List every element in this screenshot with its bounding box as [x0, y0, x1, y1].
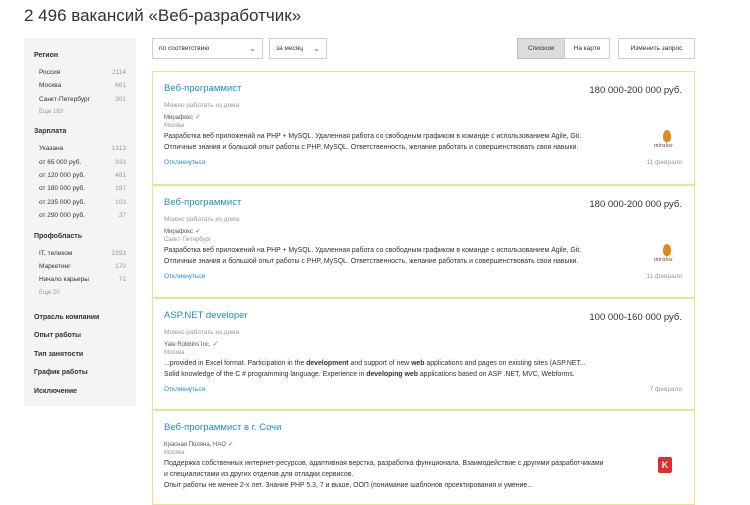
filter-item[interactable]: от 290 000 руб. 37: [34, 209, 126, 222]
vacancy-salary: 180 000-200 000 руб.: [589, 199, 682, 210]
company-logo[interactable]: miralox: [654, 130, 680, 152]
filter-item[interactable]: Санкт-Петербург 301: [34, 93, 126, 106]
filter-section-employment[interactable]: Тип занятости: [34, 346, 126, 365]
filter-item[interactable]: IT, телеком 2393: [34, 247, 126, 260]
verified-check-icon: ✓: [227, 441, 234, 448]
verified-check-icon: ✓: [195, 114, 201, 121]
vacancy-salary: 180 000-200 000 руб.: [589, 85, 682, 96]
page-title: 2 496 вакансий «Веб-разработчик»: [24, 6, 302, 25]
view-list-button[interactable]: Списком: [517, 38, 565, 59]
filter-item[interactable]: Маркетинг 170: [34, 260, 126, 273]
flame-icon: [663, 244, 671, 256]
remote-label: Можно работать из дома: [164, 329, 240, 336]
vacancy-description: ...provided in Excel format. Participati…: [164, 360, 586, 378]
filter-section-experience[interactable]: Опыт работы: [34, 327, 126, 346]
verified-check-icon: ✓: [195, 228, 201, 235]
vacancy-title-link[interactable]: Веб-программист: [164, 197, 241, 208]
vacancy-description: Разработка веб приложений на PHP + MySQL…: [164, 247, 582, 265]
filter-section-schedule[interactable]: График работы: [34, 364, 126, 383]
vacancy-salary: 100 000-160 000 руб.: [589, 312, 682, 323]
vacancy-title-link[interactable]: ASP.NET developer: [164, 310, 248, 321]
company-name[interactable]: Мирафокс ✓: [164, 227, 201, 235]
show-more-link[interactable]: Еще 20: [34, 287, 126, 299]
filter-section-exclude[interactable]: Исключение: [34, 383, 126, 402]
respond-link[interactable]: Откликнуться: [164, 386, 205, 393]
filter-heading-region: Регион: [34, 52, 59, 59]
vacancy-date: 11 февраля: [646, 273, 682, 280]
filter-item[interactable]: от 235 000 руб. 103: [34, 196, 126, 209]
verified-check-icon: ✓: [212, 341, 219, 348]
vacancy-city: Москва: [164, 350, 185, 356]
remote-label: Можно работать из дома: [164, 102, 240, 109]
filter-heading-salary: Зарплата: [34, 128, 67, 136]
company-name[interactable]: Yale Robbins Inc. ✓: [164, 340, 218, 348]
filter-section-industry[interactable]: Отрасль компании: [34, 309, 126, 328]
filters-sidebar: Регион Россия 2114 Москва 661 Санкт-Петерб…: [24, 38, 136, 406]
vacancy-date: 7 февраля: [649, 386, 682, 393]
sort-select[interactable]: по соответствию ⌄: [152, 38, 263, 59]
vacancy-description: Разработка веб приложений на PHP + MySQL…: [164, 133, 582, 151]
company-logo[interactable]: miralox: [654, 244, 680, 266]
filter-heading-area: Профобласть: [34, 232, 83, 240]
vacancy-description: Поддержка собственных интернет-ресурсов,…: [164, 460, 604, 489]
flame-icon: [663, 130, 671, 142]
vacancy-city: Москва: [164, 123, 185, 129]
vacancy-city: Санкт-Петербург: [164, 237, 212, 243]
chevron-down-icon: ⌄: [313, 44, 320, 53]
filter-item[interactable]: от 65 000 руб. 933: [34, 156, 126, 169]
vacancy-title-link[interactable]: Веб-программист: [164, 83, 241, 94]
chevron-down-icon: ⌄: [249, 44, 256, 53]
filter-item[interactable]: Россия 2114: [34, 66, 126, 79]
vacancy-date: 11 февраля: [646, 159, 682, 166]
company-logo[interactable]: K: [658, 457, 672, 473]
view-map-button[interactable]: На карте: [564, 38, 610, 59]
remote-label: Можно работать из дома: [164, 216, 240, 223]
vacancy-card: Веб-программист 180 000-200 000 руб. Мож…: [152, 71, 695, 185]
respond-link[interactable]: Откликнуться: [164, 273, 205, 280]
vacancy-card: Веб-программист 180 000-200 000 руб. Мож…: [152, 185, 695, 298]
vacancy-title-link[interactable]: Веб-программист в г. Сочи: [164, 422, 281, 433]
period-select[interactable]: за месяц ⌄: [269, 38, 327, 59]
filter-item[interactable]: от 120 000 руб. 481: [34, 169, 126, 182]
filter-item[interactable]: Москва 661: [34, 79, 126, 92]
filter-item[interactable]: от 180 000 руб. 197: [34, 182, 126, 195]
respond-link[interactable]: Откликнуться: [164, 159, 205, 166]
company-name[interactable]: Мирафокс ✓: [164, 113, 201, 121]
show-more-link[interactable]: Еще 183: [34, 106, 126, 118]
filter-item[interactable]: Начало карьеры 71: [34, 273, 126, 286]
vacancy-city: Москва: [164, 450, 185, 456]
filter-item[interactable]: Указана 1313: [34, 142, 126, 155]
company-name[interactable]: Красная Поляна, НАО ✓: [164, 440, 234, 448]
vacancy-card: ASP.NET developer 100 000-160 000 руб. М…: [152, 298, 695, 410]
change-query-button[interactable]: Изменить запрос: [618, 38, 695, 59]
